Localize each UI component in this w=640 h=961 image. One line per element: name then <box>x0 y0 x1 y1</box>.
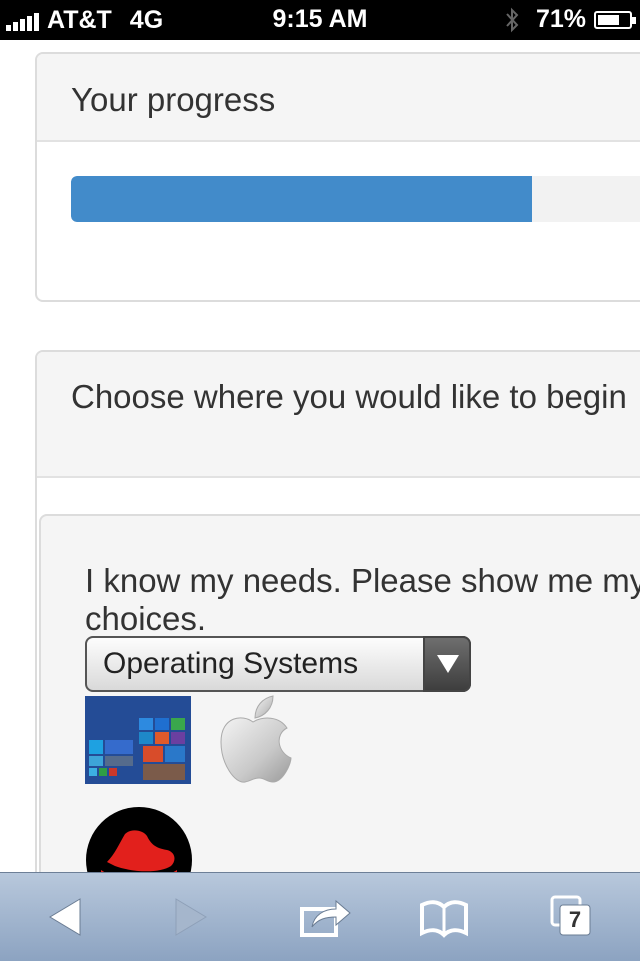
progress-panel-title: Your progress <box>37 54 640 142</box>
chevron-down-icon[interactable] <box>423 636 471 692</box>
apple-icon[interactable] <box>213 694 293 786</box>
windows-8-icon[interactable] <box>85 696 191 784</box>
progress-bar <box>71 176 640 222</box>
web-page: Your progress Choose where you would lik… <box>0 40 640 872</box>
needs-text: I know my needs. Please show me my choic… <box>85 562 640 638</box>
back-icon[interactable] <box>44 893 84 941</box>
battery-percent: 71% <box>535 5 586 33</box>
progress-bar-fill <box>71 176 532 222</box>
category-select[interactable]: Operating Systems <box>85 636 471 692</box>
choose-panel-title: Choose where you would like to begin <box>37 352 640 478</box>
choose-panel: Choose where you would like to begin I k… <box>35 350 640 872</box>
progress-panel: Your progress <box>35 52 640 302</box>
status-bar: AT&T 4G 9:15 AM 71% <box>0 0 640 40</box>
battery-icon <box>594 10 636 29</box>
needs-card: I know my needs. Please show me my choic… <box>39 514 640 872</box>
browser-toolbar: 7 <box>0 872 640 961</box>
share-icon[interactable] <box>298 893 352 941</box>
tabs-button[interactable]: 7 <box>548 893 594 941</box>
category-select-value: Operating Systems <box>103 647 359 680</box>
red-hat-icon[interactable] <box>85 804 193 872</box>
tabs-count: 7 <box>568 907 582 932</box>
bookmarks-icon[interactable] <box>418 893 470 941</box>
forward-icon[interactable] <box>172 893 212 941</box>
bluetooth-icon <box>506 7 519 32</box>
needs-text-label: I know my needs. Please show me my choic… <box>85 562 640 637</box>
